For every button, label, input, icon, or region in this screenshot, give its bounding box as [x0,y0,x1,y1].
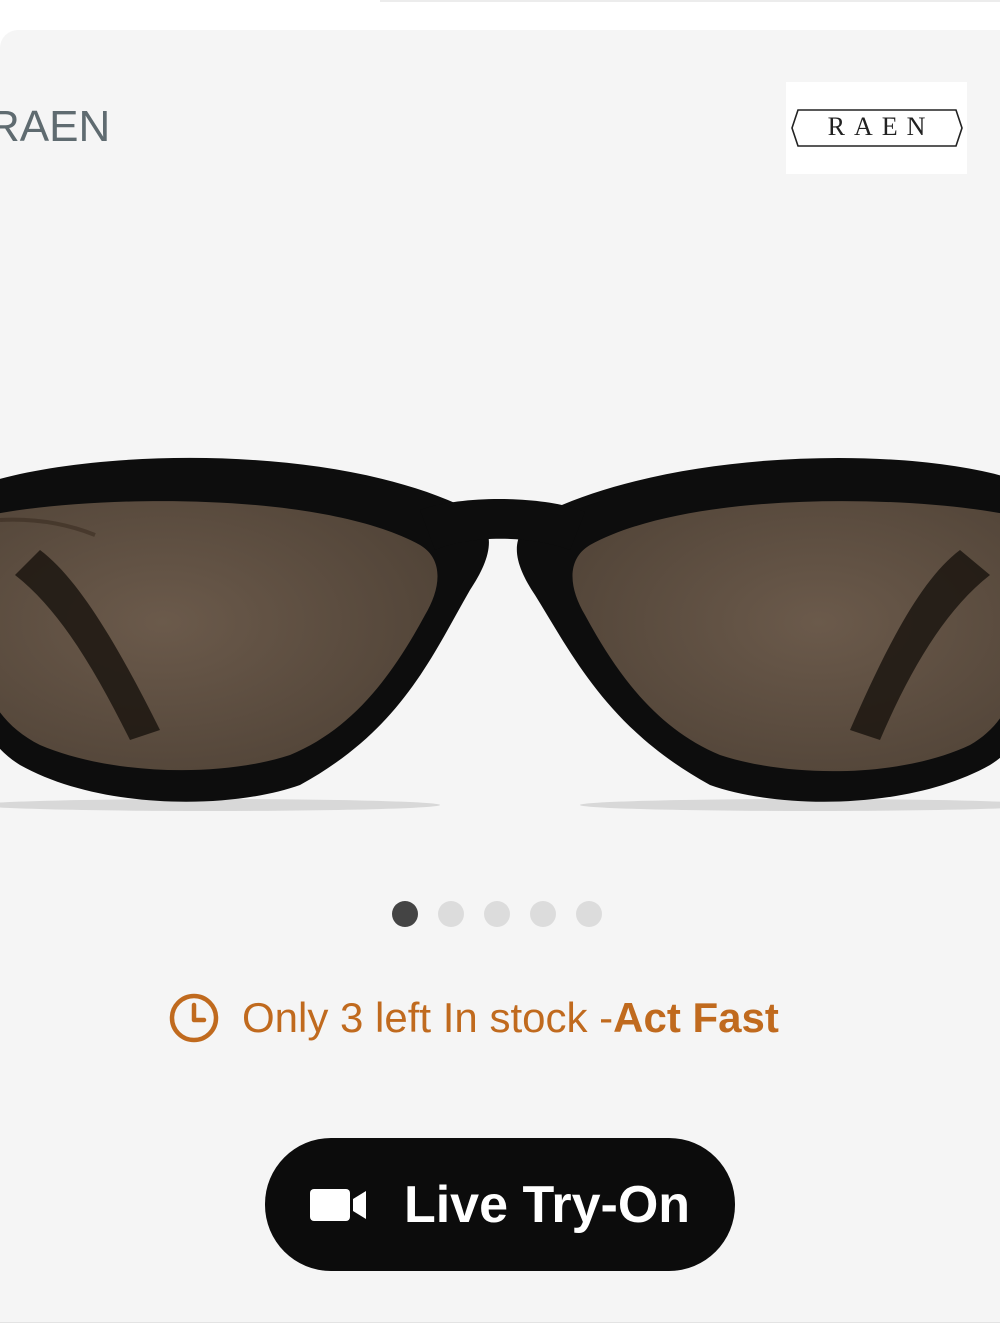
brand-logo[interactable]: RAEN [786,82,967,174]
brand-name[interactable]: RAEN [0,102,110,152]
bottom-divider [0,1322,1000,1334]
gallery-dot-3[interactable] [484,901,510,927]
product-card: RAEN RAEN Only 3 left In stock - Act Fas… [0,30,1000,1322]
stock-message: Only 3 left In stock - [242,994,614,1041]
gallery-dot-4[interactable] [530,901,556,927]
video-camera-icon [309,1188,366,1221]
brand-logo-text: RAEN [827,112,935,141]
stock-urgency: Act Fast [613,994,779,1041]
gallery-pagination [392,900,602,928]
live-try-on-button[interactable]: Live Try-On [265,1138,735,1271]
live-try-on-label: Live Try-On [403,1175,691,1234]
clock-icon [169,993,219,1043]
stock-notice: Only 3 left In stock - Act Fast [168,990,779,1046]
gallery-dot-5[interactable] [576,901,602,927]
top-strip [0,0,1000,30]
divider [380,0,1000,2]
gallery-dot-2[interactable] [438,901,464,927]
sunglasses-product-image[interactable] [0,400,1000,840]
gallery-dot-1[interactable] [392,901,418,927]
